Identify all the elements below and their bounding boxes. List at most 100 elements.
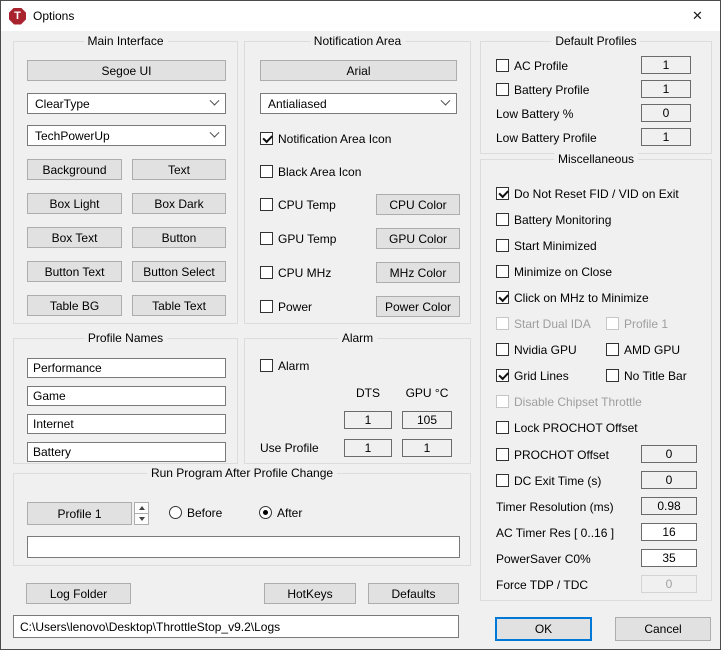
text-color-button[interactable]: Text	[132, 159, 226, 180]
minimize-on-close-checkbox[interactable]	[496, 265, 509, 278]
checkbox-label: Alarm	[278, 359, 309, 373]
amd-gpu-checkbox[interactable]	[606, 343, 619, 356]
cpu-color-button[interactable]: CPU Color	[376, 194, 460, 215]
lock-prochot-offset-checkbox[interactable]	[496, 421, 509, 434]
alarm-checkbox[interactable]	[260, 359, 273, 372]
alarm-dts-trip-field[interactable]: 1	[344, 411, 392, 429]
start-minimized-checkbox[interactable]	[496, 239, 509, 252]
profile-spinner	[134, 502, 149, 525]
table-text-color-button[interactable]: Table Text	[132, 295, 226, 316]
power-checkbox[interactable]	[260, 300, 273, 313]
skin-dropdown[interactable]: TechPowerUp	[27, 125, 226, 146]
button-text-color-button[interactable]: Button Text	[27, 261, 122, 282]
ac-profile-checkbox[interactable]	[496, 59, 509, 72]
notification-area-icon-checkbox[interactable]	[260, 132, 273, 145]
log-path-field[interactable]: C:\Users\lenovo\Desktop\ThrottleStop_v9.…	[13, 615, 459, 638]
battery-profile-field[interactable]: 1	[641, 80, 691, 98]
profile-name-1-input[interactable]	[27, 358, 226, 378]
cpu-mhz-checkbox[interactable]	[260, 266, 273, 279]
battery-profile-checkbox[interactable]	[496, 83, 509, 96]
grid-lines-checkbox[interactable]	[496, 369, 509, 382]
ac-timer-res-label: AC Timer Res [ 0..16 ]	[496, 526, 614, 540]
spin-down-button[interactable]	[134, 514, 149, 525]
alarm-checkbox-row: Alarm	[260, 358, 309, 373]
cancel-button[interactable]: Cancel	[615, 617, 711, 641]
ok-button[interactable]: OK	[495, 617, 592, 641]
defaults-button[interactable]: Defaults	[368, 583, 459, 604]
start-dual-ida-row: Start Dual IDA Profile 1	[496, 316, 701, 331]
click-mhz-minimize-row: Click on MHz to Minimize	[496, 290, 701, 305]
table-bg-color-button[interactable]: Table BG	[27, 295, 122, 316]
alarm-dts-profile-field[interactable]: 1	[344, 439, 392, 457]
radio-label: Before	[187, 506, 222, 520]
group-title: Default Profiles	[551, 34, 640, 48]
battery-monitoring-checkbox[interactable]	[496, 213, 509, 226]
title-bar: T Options ✕	[1, 1, 720, 31]
box-text-color-button[interactable]: Box Text	[27, 227, 122, 248]
ac-profile-field[interactable]: 1	[641, 56, 691, 74]
click-mhz-minimize-checkbox[interactable]	[496, 291, 509, 304]
gpu-c-column-header: GPU °C	[402, 386, 452, 400]
render-mode-dropdown[interactable]: Antialiased	[260, 93, 457, 114]
checkbox-label: Battery Monitoring	[514, 213, 611, 227]
alarm-gpu-profile-field[interactable]: 1	[402, 439, 452, 457]
lock-prochot-offset-row: Lock PROCHOT Offset	[496, 420, 701, 435]
nvidia-gpu-checkbox[interactable]	[496, 343, 509, 356]
checkbox-label: Do Not Reset FID / VID on Exit	[514, 187, 679, 201]
low-battery-profile-field[interactable]: 1	[641, 128, 691, 146]
button-color-button[interactable]: Button	[132, 227, 226, 248]
checkbox-label: Disable Chipset Throttle	[514, 395, 642, 409]
start-dual-ida-checkbox[interactable]	[496, 317, 509, 330]
run-program-command-input[interactable]	[27, 536, 460, 558]
before-radio-row: Before	[169, 505, 222, 520]
profile-name-2-input[interactable]	[27, 386, 226, 406]
profile-name-4-input[interactable]	[27, 442, 226, 462]
dual-ida-profile-1-checkbox[interactable]	[606, 317, 619, 330]
notification-font-button[interactable]: Arial	[260, 60, 457, 81]
power-color-button[interactable]: Power Color	[376, 296, 460, 317]
no-title-bar-checkbox[interactable]	[606, 369, 619, 382]
profile-name-3-input[interactable]	[27, 414, 226, 434]
radio-label: After	[277, 506, 302, 520]
alarm-gpu-trip-field[interactable]: 105	[402, 411, 452, 429]
run-program-profile-button[interactable]: Profile 1	[27, 502, 132, 525]
low-battery-percent-field[interactable]: 0	[641, 104, 691, 122]
hotkeys-button[interactable]: HotKeys	[264, 583, 356, 604]
gpu-temp-checkbox[interactable]	[260, 232, 273, 245]
disable-chipset-throttle-checkbox[interactable]	[496, 395, 509, 408]
timer-resolution-field: 0.98	[641, 497, 697, 515]
group-title: Main Interface	[83, 34, 167, 48]
gpu-color-button[interactable]: GPU Color	[376, 228, 460, 249]
powersaver-c0-label: PowerSaver C0%	[496, 552, 591, 566]
after-radio[interactable]	[259, 506, 272, 519]
options-dialog: T Options ✕ Main Interface Segoe UI Clea…	[0, 0, 721, 650]
spin-up-button[interactable]	[134, 502, 149, 514]
close-icon[interactable]: ✕	[675, 1, 720, 31]
prochot-offset-field[interactable]: 0	[641, 445, 697, 463]
dc-exit-time-field[interactable]: 0	[641, 471, 697, 489]
timer-resolution-label: Timer Resolution (ms)	[496, 500, 614, 514]
checkbox-label: AMD GPU	[624, 343, 680, 357]
cleartype-dropdown[interactable]: ClearType	[27, 93, 226, 114]
group-miscellaneous: Miscellaneous Do Not Reset FID / VID on …	[480, 159, 712, 601]
do-not-reset-fid-vid-checkbox[interactable]	[496, 187, 509, 200]
do-not-reset-fid-vid-row: Do Not Reset FID / VID on Exit	[496, 186, 701, 201]
group-title: Notification Area	[310, 34, 405, 48]
button-select-color-button[interactable]: Button Select	[132, 261, 226, 282]
box-dark-color-button[interactable]: Box Dark	[132, 193, 226, 214]
box-light-color-button[interactable]: Box Light	[27, 193, 122, 214]
mhz-color-button[interactable]: MHz Color	[376, 262, 460, 283]
cpu-temp-checkbox[interactable]	[260, 198, 273, 211]
log-folder-button[interactable]: Log Folder	[26, 583, 131, 604]
start-minimized-row: Start Minimized	[496, 238, 701, 253]
background-color-button[interactable]: Background	[27, 159, 122, 180]
black-area-icon-checkbox[interactable]	[260, 165, 273, 178]
main-font-button[interactable]: Segoe UI	[27, 60, 226, 81]
group-title: Alarm	[338, 331, 377, 345]
dc-exit-time-checkbox[interactable]	[496, 474, 509, 487]
powersaver-c0-field[interactable]: 35	[641, 549, 697, 567]
checkbox-label: Power	[278, 300, 312, 314]
before-radio[interactable]	[169, 506, 182, 519]
prochot-offset-checkbox[interactable]	[496, 448, 509, 461]
ac-timer-res-field[interactable]: 16	[641, 523, 697, 541]
